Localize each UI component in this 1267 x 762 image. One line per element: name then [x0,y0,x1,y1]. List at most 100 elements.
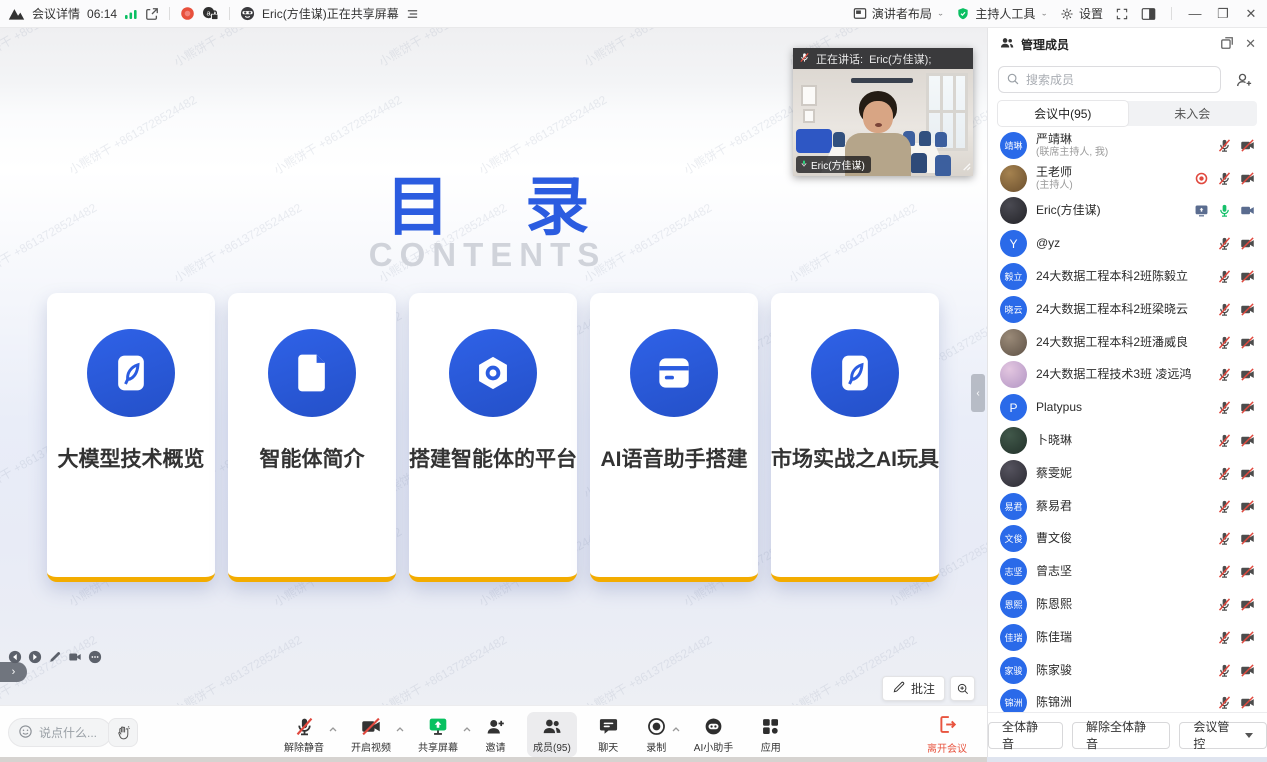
member-row[interactable]: 毅立24大数据工程本科2班陈毅立 [988,260,1267,293]
member-tab-1[interactable]: 未入会 [1128,101,1258,126]
cam-off-icon [1240,695,1255,710]
toc-card[interactable]: 搭建智能体的平台 [409,293,577,582]
member-row[interactable]: 易君蔡易君 [988,490,1267,523]
pop-out-panel-icon[interactable] [1220,36,1234,53]
toolbar-invite-button[interactable]: 邀请 [479,712,512,757]
member-row[interactable]: 蔡雯妮 [988,457,1267,490]
chevron-up-icon[interactable] [672,721,680,735]
close-button[interactable]: ✕ [1243,6,1259,22]
member-status-icons [1217,367,1255,382]
member-avatar [1000,165,1027,192]
settings-button[interactable]: 设置 [1060,5,1103,22]
member-status-icons [1217,630,1255,645]
toolbar-button-label: 成员(95) [533,739,571,754]
shield-check-icon [956,7,970,21]
toolbar-unmute-button[interactable]: 解除静音 [278,712,330,757]
raise-hand-button[interactable] [108,718,138,747]
toolbar-record-button[interactable]: 录制 [640,712,673,757]
fullscreen-icon[interactable] [1115,7,1129,21]
member-name-block: 卜晓琳 [1036,434,1211,447]
toc-card[interactable]: AI语音助手搭建 [590,293,758,582]
resize-handle-icon[interactable] [960,160,971,174]
annotate-button[interactable]: 批注 [882,676,945,701]
document-icon [268,329,356,417]
toc-card[interactable]: 大模型技术概览 [47,293,215,582]
member-name: 陈锦洲 [1036,696,1211,709]
pencil-icon[interactable] [48,650,62,664]
add-member-icon[interactable] [1230,66,1257,93]
member-row[interactable]: 锦洲陈锦洲 [988,687,1267,712]
cam-off-icon [1240,302,1255,317]
chevron-up-icon[interactable] [463,721,471,735]
member-row[interactable]: Y@yz [988,227,1267,260]
mic-off-lg-icon [294,715,315,737]
member-role: (主持人) [1036,180,1188,191]
member-row[interactable]: 晓云24大数据工程本科2班梁晓云 [988,293,1267,326]
search-icon [1006,72,1020,89]
toolbar-chat-button[interactable]: 聊天 [592,712,625,757]
toc-card[interactable]: 市场实战之AI玩具 [771,293,939,582]
member-row[interactable]: 靖琳严靖琳(联席主持人, 我) [988,129,1267,162]
member-row[interactable]: 佳瑞陈佳瑞 [988,621,1267,654]
member-row[interactable]: 恩熙陈恩熙 [988,588,1267,621]
more-icon[interactable] [88,650,102,664]
minimize-button[interactable]: — [1187,6,1203,21]
host-tools-button[interactable]: 主持人工具 ⌄ [956,5,1048,22]
toc-card-label: 搭建智能体的平台 [409,443,577,473]
cam-off-icon [1240,630,1255,645]
mic-off-icon [1217,663,1232,678]
zoom-in-button[interactable] [950,676,975,701]
watermark-text: 小熊饼干 +8613728524482 [580,631,714,705]
side-panel-toggle-icon[interactable] [1141,7,1156,21]
toolbar-share-screen-button[interactable]: 共享屏幕 [412,712,464,757]
sharing-options-icon[interactable] [406,8,419,20]
member-name: 24大数据工程本科2班陈毅立 [1036,270,1211,283]
member-name: 曹文俊 [1036,532,1211,545]
toolbar-members-button[interactable]: 成员(95) [527,712,577,757]
leave-meeting-button[interactable]: 离开会议 [927,714,967,755]
meeting-details-button[interactable]: 会议详情 [32,5,80,22]
meeting-control-button[interactable]: 会议管控 [1179,722,1267,749]
pop-out-window-icon[interactable] [145,7,159,21]
toc-card[interactable]: 智能体简介 [228,293,396,582]
quick-chat-input[interactable]: 说点什么... [8,718,112,747]
restore-button[interactable]: ❐ [1215,6,1231,22]
interpretation-lock-icon[interactable]: a [202,6,219,21]
mic-off-icon [1217,433,1232,448]
member-row[interactable]: 志坚曾志坚 [988,555,1267,588]
floating-speaker-video[interactable]: 正在讲话: Eric(方佳谋); Eric(方佳谋) [793,48,973,176]
quick-chat-placeholder: 说点什么... [39,724,97,741]
slide-subtitle: CONTENTS [0,236,975,274]
chevron-up-icon[interactable] [396,721,404,735]
member-avatar: 靖琳 [1000,132,1027,159]
watermark-text: 小熊饼干 +8613728524482 [375,631,509,705]
member-row[interactable]: PPlatypus [988,391,1267,424]
member-avatar: 佳瑞 [1000,624,1027,651]
member-search-input[interactable] [998,66,1221,93]
speaking-name: Eric(方佳谋); [869,51,931,67]
close-panel-icon[interactable]: ✕ [1245,36,1256,52]
expand-controls-tab[interactable]: › [0,662,27,682]
panel-collapse-handle[interactable]: ‹ [971,374,985,412]
member-row[interactable]: 卜晓琳 [988,424,1267,457]
member-row[interactable]: 文俊曹文俊 [988,523,1267,556]
recording-indicator-icon[interactable] [180,6,195,21]
camera-icon[interactable] [68,650,82,664]
member-row[interactable]: 王老师(主持人) [988,162,1267,195]
layout-selector[interactable]: 演讲者布局 ⌄ [853,5,945,22]
member-row[interactable]: Eric(方佳谋) [988,195,1267,228]
mute-all-button[interactable]: 全体静音 [988,722,1063,749]
member-row[interactable]: 24大数据工程本科2班潘威良 [988,326,1267,359]
member-row[interactable]: 家骏陈家骏 [988,654,1267,687]
toolbar-start-video-button[interactable]: 开启视频 [345,712,397,757]
annotate-bar: 批注 [882,676,975,701]
next-slide-icon[interactable] [28,650,42,664]
titlebar-divider [1171,7,1172,20]
chevron-up-icon[interactable] [329,721,337,735]
toolbar-ai-assistant-button[interactable]: AI小助手 [688,712,739,757]
member-tab-0[interactable]: 会议中(95) [998,101,1128,126]
toolbar-apps-button[interactable]: 应用 [754,712,787,757]
member-row[interactable]: 24大数据工程技术3班 凌远鸿 [988,359,1267,392]
unmute-all-button[interactable]: 解除全体静音 [1072,722,1170,749]
member-status-icons [1217,499,1255,514]
